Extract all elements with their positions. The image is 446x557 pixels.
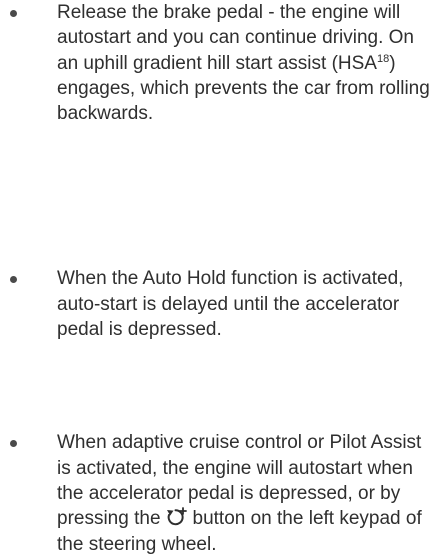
manual-page: Release the brake pedal - the engine wil… bbox=[0, 0, 446, 555]
footnote-marker: 18 bbox=[376, 52, 390, 65]
bullet-list: Release the brake pedal - the engine wil… bbox=[0, 0, 446, 555]
bullet-dot bbox=[10, 440, 17, 448]
bullet-dot bbox=[10, 10, 17, 17]
bullet-item-auto-hold: When the Auto Hold function is activated… bbox=[0, 266, 446, 342]
bullet-item-cruise-control: When adaptive cruise control or Pilot As… bbox=[0, 430, 446, 556]
resume-cruise-icon bbox=[166, 507, 187, 526]
bullet-text: Release the brake pedal - the engine wil… bbox=[57, 2, 415, 74]
bullet-dot bbox=[10, 276, 17, 284]
bullet-item-release-brake: Release the brake pedal - the engine wil… bbox=[0, 0, 446, 126]
bullet-text: When the Auto Hold function is activated… bbox=[57, 268, 404, 341]
